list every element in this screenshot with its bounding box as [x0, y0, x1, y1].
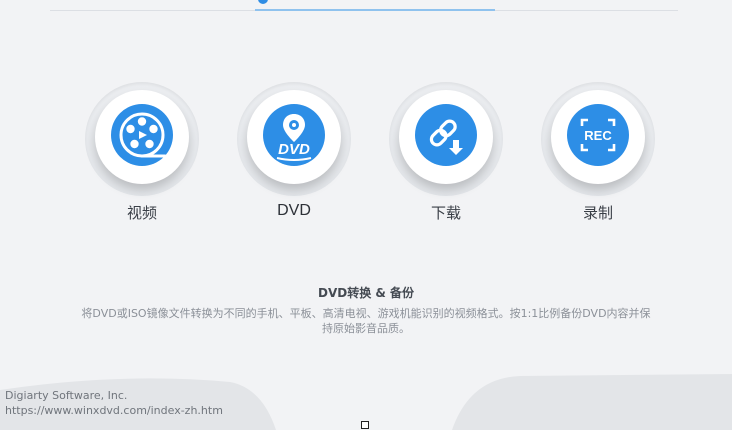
icon-plate: REC	[551, 90, 645, 184]
feature-label-record: 录制	[582, 204, 613, 222]
film-reel-play-icon	[111, 104, 173, 166]
feature-list: 视频 DVD DVD 下载 REC 录制	[0, 82, 732, 242]
tab-indicator-dot	[258, 0, 268, 4]
rec-text: REC	[584, 128, 612, 143]
resize-handle[interactable]	[361, 421, 369, 429]
dvd-disc-icon: DVD	[263, 104, 325, 166]
feature-record-button[interactable]: REC 录制	[538, 82, 658, 242]
feature-dvd-button[interactable]: DVD DVD	[234, 82, 354, 242]
footer-url[interactable]: https://www.winxdvd.com/index-zh.htm	[5, 404, 223, 417]
feature-label-video: 视频	[126, 204, 157, 222]
footer-company: Digiarty Software, Inc.	[5, 389, 128, 402]
description-title: DVD转换 & 备份	[317, 286, 415, 300]
description-text: 将DVD或ISO镜像文件转换为不同的手机、平板、高清电视、游戏机能识别的视频格式…	[81, 307, 651, 335]
feature-label-dvd: DVD	[277, 202, 311, 219]
icon-plate	[399, 90, 493, 184]
feature-download-button[interactable]: 下载	[386, 82, 506, 242]
icon-plate: DVD	[247, 90, 341, 184]
rec-screen-icon: REC	[567, 104, 629, 166]
link-download-icon	[415, 104, 477, 166]
dvd-logo-text: DVD	[278, 141, 310, 158]
feature-label-download: 下载	[430, 204, 461, 222]
icon-plate	[95, 90, 189, 184]
active-tab-indicator	[255, 9, 495, 11]
feature-video-button[interactable]: 视频	[82, 82, 202, 242]
